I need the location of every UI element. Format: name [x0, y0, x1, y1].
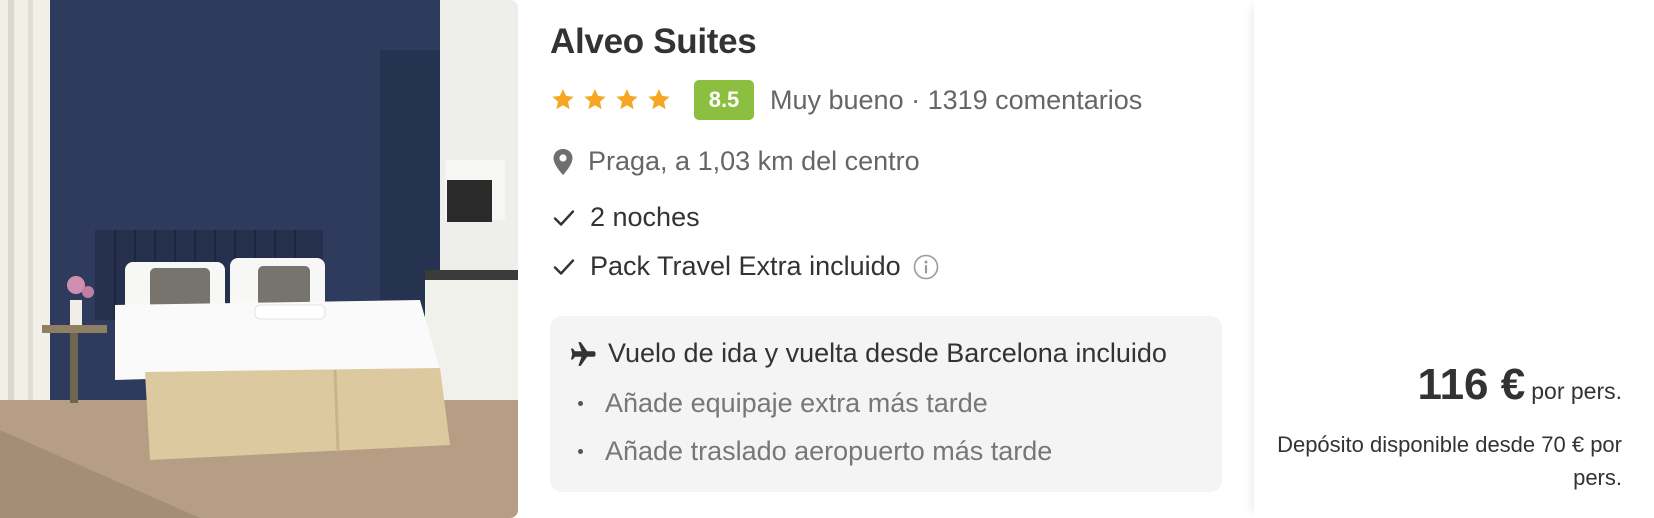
hotel-photo[interactable]	[0, 0, 518, 518]
bullet-dot	[578, 449, 583, 454]
hotel-result-card[interactable]: Alveo Suites 8.5 Muy bueno · 1319 coment…	[0, 0, 1654, 518]
score-badge: 8.5	[694, 80, 754, 120]
flight-option-label: Añade equipaje extra más tarde	[605, 388, 988, 418]
hotel-name[interactable]: Alveo Suites	[550, 22, 757, 62]
star-icon	[552, 89, 574, 110]
feature-label: 2 noches	[590, 202, 700, 232]
star-icon	[584, 89, 606, 110]
flight-box: Vuelo de ida y vuelta desde Barcelona in…	[550, 316, 1222, 492]
review-summary[interactable]: Muy bueno · 1319 comentarios	[770, 85, 1142, 116]
flight-line: Vuelo de ida y vuelta desde Barcelona in…	[568, 338, 1167, 369]
price-panel[interactable]: 116 € por pers. Depósito disponible desd…	[1254, 0, 1654, 518]
deposit-info: Depósito disponible desde 70 € por pers.	[1277, 432, 1622, 490]
check-icon	[553, 258, 575, 275]
location[interactable]: Praga, a 1,03 km del centro	[552, 146, 920, 177]
feature-nights: 2 noches	[552, 202, 700, 233]
feature-label: Pack Travel Extra incluido	[590, 251, 901, 281]
location-text: Praga, a 1,03 km del centro	[588, 146, 920, 176]
star-rating	[550, 87, 672, 113]
rating-row: 8.5 Muy bueno · 1319 comentarios	[550, 80, 1142, 120]
flight-option-label: Añade traslado aeropuerto más tarde	[605, 436, 1053, 466]
plane-icon	[571, 341, 596, 366]
map-pin-icon	[553, 148, 573, 175]
info-icon[interactable]	[913, 254, 939, 280]
flight-option: Añade equipaje extra más tarde	[578, 388, 988, 419]
price-per-person: por pers.	[1531, 378, 1622, 404]
star-icon	[616, 89, 638, 110]
flight-title: Vuelo de ida y vuelta desde Barcelona in…	[608, 338, 1167, 368]
price-amount: 116 €	[1417, 360, 1526, 409]
feature-travel-pack: Pack Travel Extra incluido	[552, 251, 939, 282]
price-row: 116 € por pers.	[1418, 360, 1622, 410]
bullet-dot	[578, 401, 583, 406]
hotel-info: Alveo Suites 8.5 Muy bueno · 1319 coment…	[550, 0, 1222, 518]
star-icon	[648, 89, 670, 110]
flight-option: Añade traslado aeropuerto más tarde	[578, 436, 1052, 467]
check-icon	[553, 209, 575, 226]
